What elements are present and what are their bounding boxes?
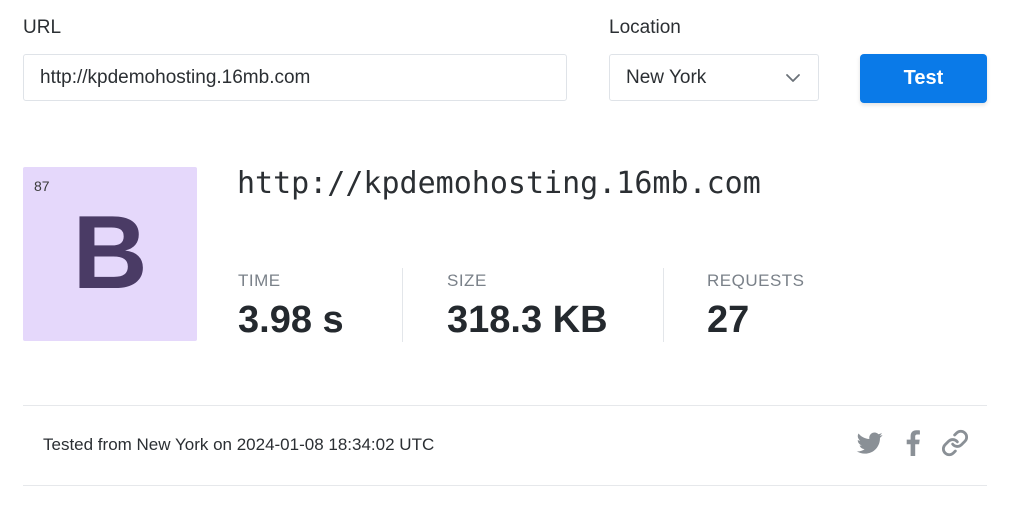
- metric-requests-value: 27: [707, 299, 750, 341]
- tested-from-text: Tested from New York on 2024-01-08 18:34…: [43, 435, 435, 454]
- test-button[interactable]: Test: [860, 54, 987, 103]
- grade-letter: B: [72, 195, 148, 311]
- metric-requests: REQUESTS 27: [707, 268, 805, 342]
- metric-size-label: SIZE: [447, 271, 487, 290]
- grade-card: 87 B: [23, 167, 197, 341]
- result-url: http://kpdemohosting.16mb.com: [237, 166, 761, 201]
- metric-time-label: TIME: [238, 271, 281, 290]
- grade-score: 87: [34, 178, 50, 194]
- link-icon[interactable]: [940, 428, 970, 458]
- twitter-icon[interactable]: [853, 428, 887, 458]
- url-input[interactable]: [23, 54, 567, 101]
- chevron-down-icon: [784, 69, 802, 87]
- location-selected-value: New York: [626, 66, 707, 88]
- metric-time: TIME 3.98 s: [238, 268, 344, 342]
- facebook-icon[interactable]: [903, 428, 923, 458]
- footer-divider: [23, 485, 987, 486]
- metric-requests-label: REQUESTS: [707, 271, 805, 290]
- metric-size-value: 318.3 KB: [447, 299, 608, 341]
- section-divider: [23, 405, 987, 406]
- url-label: URL: [23, 17, 62, 38]
- location-select[interactable]: New York: [609, 54, 819, 101]
- metric-size: SIZE 318.3 KB: [447, 268, 608, 342]
- location-label: Location: [609, 17, 681, 38]
- metric-divider: [663, 268, 664, 342]
- metric-divider: [402, 268, 403, 342]
- metric-time-value: 3.98 s: [238, 299, 344, 341]
